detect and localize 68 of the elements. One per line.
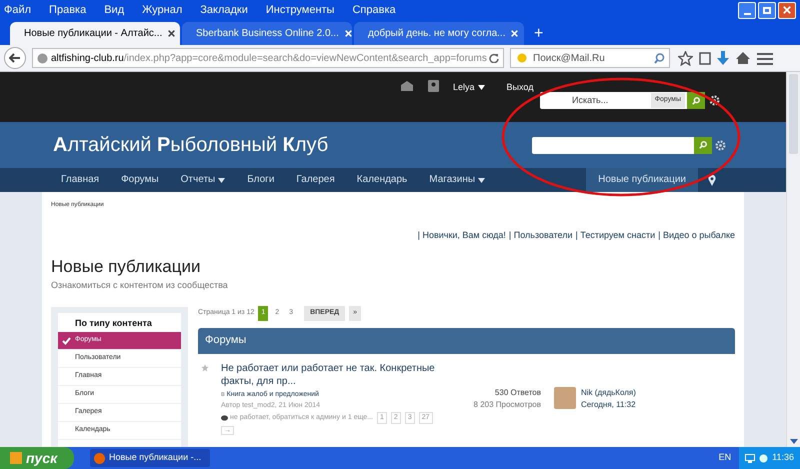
menu-item[interactable]: Правка xyxy=(49,2,86,18)
close-tab-icon[interactable] xyxy=(168,30,176,37)
view-count: 8 203 Просмотров xyxy=(472,398,541,410)
scroll-thumb[interactable] xyxy=(789,74,798,154)
sidebar-title: По типу контента xyxy=(74,316,153,330)
menu-item[interactable]: Файл xyxy=(4,2,32,18)
network-icon[interactable] xyxy=(745,454,756,462)
avatar xyxy=(554,386,576,408)
caret-icon xyxy=(478,85,485,90)
search-icon xyxy=(692,96,700,104)
language-indicator[interactable]: EN xyxy=(718,451,732,465)
globe-icon xyxy=(37,52,48,64)
last-poster[interactable]: Nik (дядьКоля) xyxy=(581,386,636,398)
contact-card-icon[interactable] xyxy=(428,80,439,92)
menu-item[interactable]: Вид xyxy=(104,2,124,18)
taskbar-window-button[interactable]: Новые публикации -... xyxy=(90,449,210,467)
user-menu[interactable]: Lelya xyxy=(453,81,485,94)
checkmark-icon xyxy=(62,336,71,344)
search-icon[interactable] xyxy=(654,52,665,64)
scroll-down-icon[interactable] xyxy=(790,439,798,444)
reply-count: 530 Ответов xyxy=(494,386,541,398)
menu-icon[interactable] xyxy=(757,52,773,64)
quick-link[interactable]: | Пользователи xyxy=(508,229,573,242)
page-subtitle: Ознакомиться с контентом из сообщества xyxy=(51,279,229,292)
star-icon[interactable] xyxy=(201,364,209,372)
search-button[interactable] xyxy=(687,92,705,109)
menu-item[interactable]: Справка xyxy=(352,2,396,18)
clock: 11:36 xyxy=(772,451,794,464)
restore-icon[interactable] xyxy=(758,2,776,18)
back-arrow-icon xyxy=(9,53,21,63)
close-icon[interactable] xyxy=(778,2,796,18)
banner-search-field[interactable] xyxy=(532,136,712,154)
new-tab-button[interactable]: + xyxy=(526,22,552,45)
caret-icon xyxy=(478,178,486,182)
caret-icon xyxy=(218,178,226,182)
minimize-icon[interactable] xyxy=(738,2,756,18)
browser-tab[interactable]: добрый день. не могу согла... xyxy=(354,22,524,45)
tray-icon[interactable] xyxy=(759,454,768,462)
start-button[interactable]: пуск xyxy=(0,447,74,469)
back-button[interactable] xyxy=(4,47,26,69)
page-title: Новые публикации xyxy=(51,256,202,278)
browser-tab[interactable]: Sberbank Business Online 2.0... xyxy=(182,22,352,45)
settings-icon[interactable] xyxy=(709,95,720,106)
last-post-time: Сегодня, 11:32 xyxy=(581,398,636,410)
search-icon xyxy=(699,141,707,149)
site-title: Алтайский Рыболовный Клуб xyxy=(53,133,328,158)
quick-link[interactable]: | Видео о рыбалке xyxy=(658,229,735,242)
section-header: Форумы xyxy=(198,328,735,354)
star-icon[interactable] xyxy=(678,50,693,66)
logout-link[interactable]: Выход xyxy=(506,81,534,94)
menu-item[interactable]: Закладки xyxy=(200,2,248,18)
browser-tab[interactable]: Новые публикации - Алтайс... xyxy=(10,22,180,45)
topic-title[interactable]: Не работает или работает не так. Конкретные факты, для пр... xyxy=(221,362,436,388)
search-button[interactable] xyxy=(694,136,712,154)
scrollbar[interactable] xyxy=(786,72,800,447)
clipboard-icon[interactable] xyxy=(699,51,711,65)
tag-icon xyxy=(221,415,228,421)
address-field[interactable]: altfishing-club.ru/index.php?app=core&module=search&do=viewNewContent&search_app=forums xyxy=(32,48,504,68)
reload-icon[interactable] xyxy=(489,53,499,63)
search-field[interactable]: Поиск@Mail.Ru xyxy=(510,48,670,68)
nav-link[interactable]: Новые публикации xyxy=(586,168,698,192)
quick-link[interactable]: | Тестируем снасти xyxy=(576,229,656,242)
download-icon[interactable] xyxy=(717,50,729,66)
menu-item[interactable]: Журнал xyxy=(142,2,182,18)
home-icon[interactable] xyxy=(735,51,751,65)
quick-link[interactable]: | Новички, Вам сюда! xyxy=(418,229,506,242)
menu-item[interactable]: Инструменты xyxy=(266,2,334,18)
map-pin-icon[interactable] xyxy=(708,174,716,186)
